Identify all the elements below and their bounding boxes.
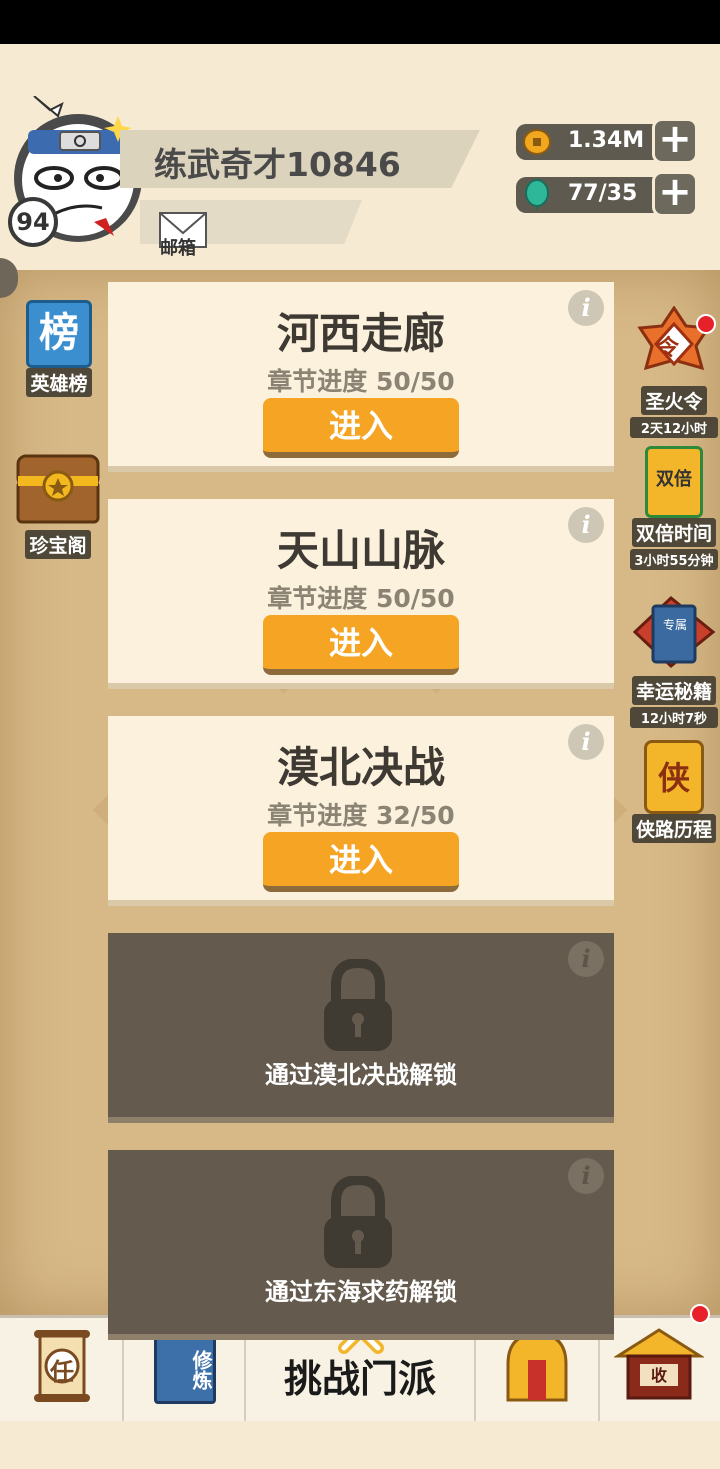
lucky-book-timer: 12小时7秒 [630,707,718,728]
fire-token-glyph: 令 [656,336,679,361]
energy-value: 77/35 [568,181,638,206]
notification-dot [696,314,716,334]
chapter-title: 漠北决战 [276,743,445,792]
mail-label[interactable]: 邮箱 [160,234,196,260]
system-nav-area [0,1421,720,1469]
add-coin-button[interactable]: + [652,118,698,164]
lucky-book-label: 幸运秘籍 [631,676,716,705]
fire-token-timer: 2天12小时 [630,417,718,438]
challenge-sect-label: 挑战门派 [283,1357,436,1401]
chapter-progress: 章节进度 50/50 [267,367,455,396]
enter-button[interactable]: 进入 [263,832,459,892]
lock-icon [324,1176,392,1268]
unlock-requirement: 通过东海求药解锁 [265,1278,457,1306]
nav-task[interactable]: 任 [0,1318,124,1421]
treasure-pavilion-button[interactable]: 珍宝阁 [12,446,104,559]
double-time-button[interactable]: 双倍 双倍时间 3小时55分钟 [630,446,718,570]
fire-token-label: 圣火令 [641,386,707,415]
chapter-card: i 漠北决战 章节进度 32/50 进入 [108,716,614,906]
lucky-book-button[interactable]: 专属 幸运秘籍 12小时7秒 [630,592,718,728]
energy-counter: 77/35 + [516,171,698,217]
double-time-timer: 3小时55分钟 [630,549,718,570]
ranking-icon: 榜 [26,300,92,368]
enter-button[interactable]: 进入 [263,615,459,675]
info-icon[interactable]: i [568,1158,604,1194]
hero-path-label: 侠路历程 [631,814,716,843]
energy-icon [525,179,549,210]
chapter-title: 天山山脉 [276,526,445,575]
locked-chapter-card[interactable]: i 通过漠北决战解锁 [108,933,614,1123]
chapter-card: i 河西走廊 章节进度 50/50 进入 [108,282,614,472]
chapter-progress: 章节进度 50/50 [267,584,455,613]
nav-collect[interactable]: 收 [600,1304,720,1421]
double-time-icon: 双倍 [645,446,703,518]
info-icon[interactable]: i [568,941,604,977]
chapter-card: i 天山山脉 章节进度 50/50 进入 [108,499,614,689]
player-name[interactable]: 练武奇才10846 [154,138,401,186]
treasure-pavilion-label: 珍宝阁 [25,530,91,559]
hero-path-icon: 侠 [644,740,704,814]
task-glyph: 任 [50,1358,74,1386]
fire-token-button[interactable]: 令 圣火令 2天12小时 [630,305,718,438]
chapter-title: 河西走廊 [276,309,445,358]
treasure-chest-icon [16,454,100,524]
unlock-requirement: 通过漠北决战解锁 [265,1061,457,1089]
status-bar [0,0,720,44]
player-level-badge: 94 [8,197,58,247]
enter-button[interactable]: 进入 [263,398,459,458]
secret-book-glyph: 专属 [662,618,687,632]
hero-ranking-label: 英雄榜 [26,368,92,397]
coin-icon [523,129,551,155]
chapter-progress: 章节进度 32/50 [267,801,455,830]
collect-glyph: 收 [650,1366,667,1385]
coin-value: 1.34M [568,128,645,153]
coin-counter: 1.34M + [516,118,698,164]
locked-chapter-card[interactable]: i 通过东海求药解锁 [108,1150,614,1340]
notification-dot [690,1304,710,1324]
double-time-label: 双倍时间 [631,518,716,547]
lock-icon [324,959,392,1051]
hero-path-button[interactable]: 侠 侠路历程 [630,740,718,843]
add-energy-button[interactable]: + [652,171,698,217]
hero-ranking-button[interactable]: 榜 英雄榜 [16,300,102,397]
